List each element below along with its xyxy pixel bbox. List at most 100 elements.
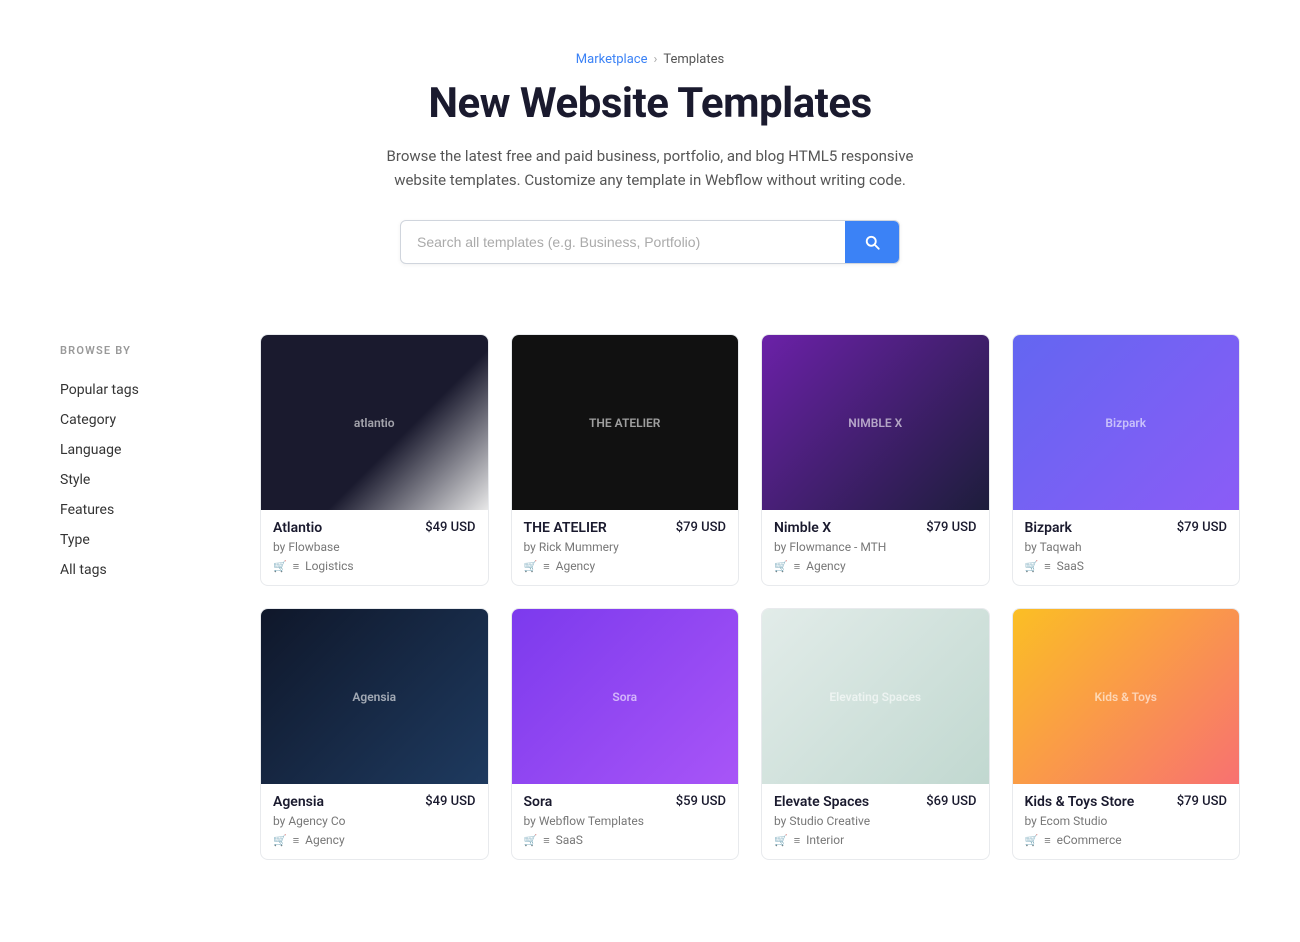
template-card[interactable]: atlantio Atlantio $49 USD by Flowbase 🛒 … [260, 334, 489, 586]
template-price: $59 USD [676, 794, 726, 809]
cart-icon: 🛒 [273, 834, 287, 847]
template-tag-label: Agency [806, 559, 846, 573]
search-input[interactable] [401, 221, 845, 263]
sidebar-item-features[interactable]: Features [60, 495, 220, 525]
card-body: Sora $59 USD by Webflow Templates 🛒 ≡ Sa… [512, 784, 739, 859]
template-thumbnail: THE ATELIER [512, 335, 739, 510]
cart-icon: 🛒 [273, 560, 287, 573]
search-container [20, 220, 1280, 264]
tag-icon: ≡ [794, 834, 800, 847]
card-body: Elevate Spaces $69 USD by Studio Creativ… [762, 784, 989, 859]
template-thumbnail: Bizpark [1013, 335, 1240, 510]
template-row-1: atlantio Atlantio $49 USD by Flowbase 🛒 … [260, 334, 1240, 586]
template-tag-label: SaaS [556, 833, 583, 847]
sidebar-item-language[interactable]: Language [60, 435, 220, 465]
card-top: Bizpark $79 USD [1025, 520, 1228, 536]
template-price: $49 USD [425, 794, 475, 809]
template-name: Bizpark [1025, 520, 1072, 536]
thumb-label: Bizpark [1013, 335, 1240, 510]
template-thumbnail: Kids & Toys [1013, 609, 1240, 784]
card-body: THE ATELIER $79 USD by Rick Mummery 🛒 ≡ … [512, 510, 739, 585]
template-card[interactable]: Bizpark Bizpark $79 USD by Taqwah 🛒 ≡ Sa… [1012, 334, 1241, 586]
thumb-label: NIMBLE X [762, 335, 989, 510]
breadcrumb-current: Templates [663, 52, 724, 67]
template-thumbnail: NIMBLE X [762, 335, 989, 510]
template-tags: 🛒 ≡ Agency [524, 559, 727, 573]
search-button[interactable] [845, 221, 899, 263]
template-author: by Webflow Templates [524, 814, 727, 828]
card-body: Nimble X $79 USD by Flowmance - MTH 🛒 ≡ … [762, 510, 989, 585]
template-name: Nimble X [774, 520, 831, 536]
template-tags: 🛒 ≡ Agency [774, 559, 977, 573]
search-bar [400, 220, 900, 264]
cart-icon: 🛒 [524, 834, 538, 847]
template-thumbnail: Agensia [261, 609, 488, 784]
thumb-label: Kids & Toys [1013, 609, 1240, 784]
sidebar-browse-label: BROWSE BY [60, 344, 220, 357]
main-layout: BROWSE BY Popular tags Category Language… [0, 334, 1300, 942]
template-card[interactable]: Sora Sora $59 USD by Webflow Templates 🛒… [511, 608, 740, 860]
cart-icon: 🛒 [1025, 560, 1039, 573]
card-body: Atlantio $49 USD by Flowbase 🛒 ≡ Logisti… [261, 510, 488, 585]
page-title: New Website Templates [20, 79, 1280, 128]
sidebar-item-category[interactable]: Category [60, 405, 220, 435]
template-tags: 🛒 ≡ Logistics [273, 559, 476, 573]
breadcrumb-marketplace[interactable]: Marketplace [576, 52, 648, 67]
card-top: Nimble X $79 USD [774, 520, 977, 536]
template-tags: 🛒 ≡ Agency [273, 833, 476, 847]
template-thumbnail: Sora [512, 609, 739, 784]
hero-section: New Website Templates Browse the latest … [0, 67, 1300, 334]
template-author: by Rick Mummery [524, 540, 727, 554]
template-tag-label: SaaS [1057, 559, 1084, 573]
thumb-label: Sora [512, 609, 739, 784]
thumb-label: THE ATELIER [512, 335, 739, 510]
template-thumbnail: atlantio [261, 335, 488, 510]
cart-icon: 🛒 [524, 560, 538, 573]
sidebar-item-all-tags[interactable]: All tags [60, 555, 220, 585]
template-tags: 🛒 ≡ SaaS [524, 833, 727, 847]
template-author: by Flowbase [273, 540, 476, 554]
template-author: by Agency Co [273, 814, 476, 828]
thumb-label: Elevating Spaces [762, 609, 989, 784]
cart-icon: 🛒 [774, 560, 788, 573]
template-author: by Studio Creative [774, 814, 977, 828]
sidebar-item-style[interactable]: Style [60, 465, 220, 495]
tag-icon: ≡ [1044, 834, 1050, 847]
template-tag-label: Logistics [305, 559, 353, 573]
tag-icon: ≡ [543, 560, 549, 573]
template-card[interactable]: Agensia Agensia $49 USD by Agency Co 🛒 ≡… [260, 608, 489, 860]
cart-icon: 🛒 [774, 834, 788, 847]
card-body: Bizpark $79 USD by Taqwah 🛒 ≡ SaaS [1013, 510, 1240, 585]
hero-description: Browse the latest free and paid business… [370, 144, 930, 192]
template-price: $79 USD [1177, 520, 1227, 535]
template-author: by Taqwah [1025, 540, 1228, 554]
template-name: Agensia [273, 794, 324, 810]
card-top: Sora $59 USD [524, 794, 727, 810]
template-price: $49 USD [425, 520, 475, 535]
template-tag-label: Agency [556, 559, 596, 573]
template-card[interactable]: Elevating Spaces Elevate Spaces $69 USD … [761, 608, 990, 860]
template-row-2: Agensia Agensia $49 USD by Agency Co 🛒 ≡… [260, 608, 1240, 860]
template-name: Kids & Toys Store [1025, 794, 1135, 810]
breadcrumb-separator: › [653, 52, 657, 67]
sidebar-item-popular-tags[interactable]: Popular tags [60, 375, 220, 405]
template-thumbnail: Elevating Spaces [762, 609, 989, 784]
breadcrumb: Marketplace › Templates [0, 0, 1300, 67]
template-price: $79 USD [676, 520, 726, 535]
template-card[interactable]: NIMBLE X Nimble X $79 USD by Flowmance -… [761, 334, 990, 586]
card-top: THE ATELIER $79 USD [524, 520, 727, 536]
template-card[interactable]: THE ATELIER THE ATELIER $79 USD by Rick … [511, 334, 740, 586]
template-tag-label: Interior [806, 833, 844, 847]
card-body: Agensia $49 USD by Agency Co 🛒 ≡ Agency [261, 784, 488, 859]
template-price: $79 USD [1177, 794, 1227, 809]
template-tag-label: Agency [305, 833, 345, 847]
tag-icon: ≡ [293, 834, 299, 847]
card-top: Elevate Spaces $69 USD [774, 794, 977, 810]
tag-icon: ≡ [293, 560, 299, 573]
template-author: by Flowmance - MTH [774, 540, 977, 554]
template-tag-label: eCommerce [1057, 833, 1122, 847]
sidebar-item-type[interactable]: Type [60, 525, 220, 555]
template-card[interactable]: Kids & Toys Kids & Toys Store $79 USD by… [1012, 608, 1241, 860]
template-name: THE ATELIER [524, 520, 607, 536]
template-name: Atlantio [273, 520, 322, 536]
